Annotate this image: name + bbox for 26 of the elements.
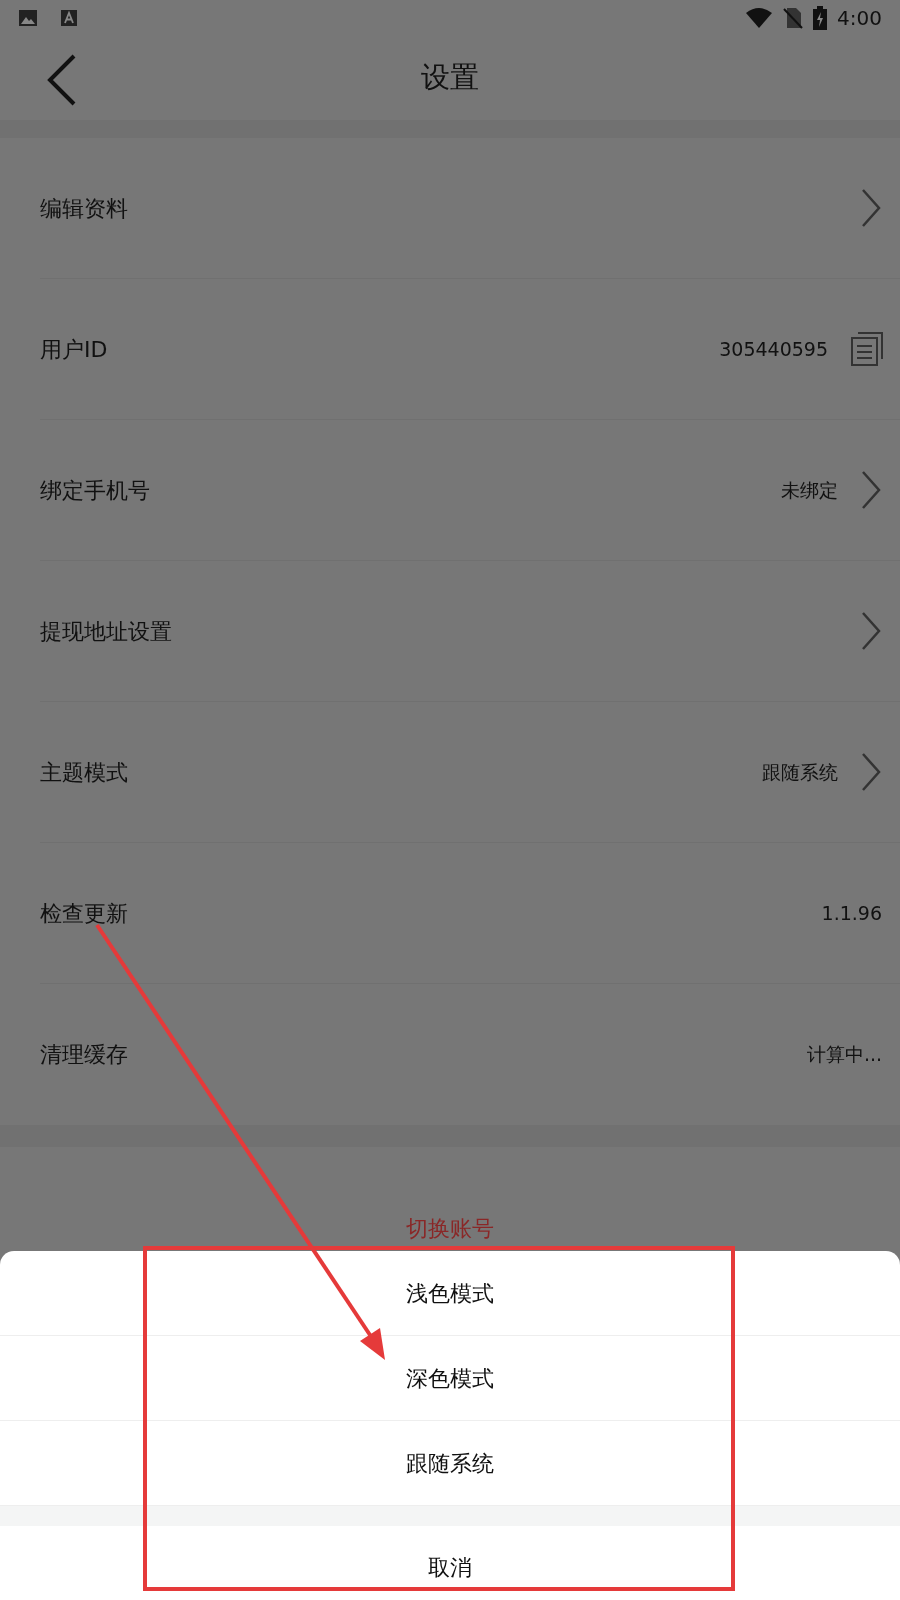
battery-icon (813, 6, 828, 30)
theme-option[interactable]: 浅色模式 (0, 1251, 900, 1336)
setting-value: 305440595 (719, 336, 828, 362)
setting-value: 计算中... (806, 1042, 882, 1068)
image-icon (18, 9, 38, 27)
setting-label: 检查更新 (40, 899, 129, 928)
wifi-icon (745, 7, 774, 29)
status-time: 4:00 (837, 5, 882, 32)
copy-icon[interactable] (850, 331, 884, 367)
no-sim-icon (783, 7, 804, 29)
setting-value: 1.1.96 (821, 900, 882, 926)
setting-label: 编辑资料 (40, 194, 129, 223)
font-icon (60, 9, 78, 27)
setting-label: 提现地址设置 (40, 617, 173, 646)
setting-label: 用户ID (40, 335, 109, 364)
setting-label: 绑定手机号 (40, 476, 151, 505)
cancel-button[interactable]: 取消 (0, 1526, 900, 1600)
setting-label: 主题模式 (40, 758, 129, 787)
setting-label: 清理缓存 (40, 1041, 129, 1069)
chevron-right-icon[interactable] (860, 188, 882, 228)
setting-value: 跟随系统 (762, 759, 838, 785)
page-title: 设置 (421, 59, 479, 97)
chevron-right-icon[interactable] (860, 611, 882, 651)
chevron-right-icon[interactable] (860, 470, 882, 510)
setting-value: 未绑定 (781, 477, 838, 503)
chevron-right-icon[interactable] (860, 752, 882, 792)
